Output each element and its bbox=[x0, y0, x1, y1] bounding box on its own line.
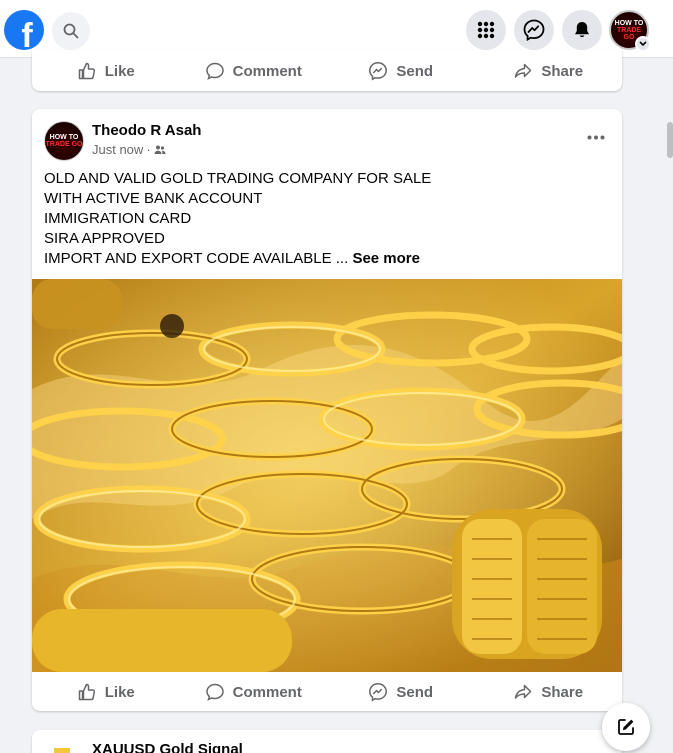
messenger-icon bbox=[523, 19, 545, 41]
send-button[interactable]: Send bbox=[327, 676, 475, 708]
share-button[interactable]: Share bbox=[475, 676, 623, 708]
gold-bars-avatar[interactable] bbox=[44, 742, 80, 753]
like-button[interactable]: Like bbox=[32, 55, 180, 87]
share-button[interactable]: Share bbox=[475, 55, 623, 87]
meta-separator: · bbox=[146, 142, 151, 157]
post-photo[interactable] bbox=[32, 279, 622, 672]
notifications-button[interactable] bbox=[562, 10, 602, 50]
page-scrollbar-thumb[interactable] bbox=[667, 122, 673, 158]
post-action-bar: Like Comment Send Share bbox=[32, 52, 622, 90]
post-author-avatar[interactable]: HOW TO TRADE GO bbox=[44, 121, 84, 161]
comment-icon bbox=[205, 62, 224, 80]
post-message: OLD AND VALID GOLD TRADING COMPANY FOR S… bbox=[44, 169, 431, 269]
see-more-link[interactable]: See more bbox=[352, 250, 420, 267]
comment-button[interactable]: Comment bbox=[180, 55, 328, 87]
messenger-send-icon bbox=[369, 683, 388, 702]
facebook-logo[interactable]: f bbox=[4, 10, 44, 50]
like-button[interactable]: Like bbox=[32, 676, 180, 708]
post-text-line: OLD AND VALID GOLD TRADING COMPANY FOR S… bbox=[44, 170, 432, 187]
post-text-line: IMMIGRATION CARD bbox=[44, 210, 192, 227]
post-avatar-logo-text: HOW TO TRADE GO bbox=[45, 134, 83, 148]
post-action-bar: Like Comment Send Share bbox=[32, 673, 622, 711]
search-button[interactable] bbox=[52, 12, 90, 50]
post-card: HOW TO TRADE GO Theodo R Asah Just now ·… bbox=[32, 109, 622, 711]
more-dots-icon bbox=[587, 135, 605, 139]
post-options-button[interactable] bbox=[584, 125, 608, 149]
comment-icon bbox=[205, 683, 224, 701]
search-icon bbox=[63, 23, 79, 39]
share-icon bbox=[515, 63, 532, 78]
account-menu-chevron[interactable] bbox=[635, 36, 651, 52]
new-message-button[interactable] bbox=[602, 703, 650, 751]
post-text-line: SIRA APPROVED bbox=[44, 230, 165, 247]
post-text-line: IMPORT AND EXPORT CODE AVAILABLE ... bbox=[44, 250, 349, 267]
grid-menu-icon bbox=[477, 21, 495, 39]
post-timestamp[interactable]: Just now bbox=[92, 142, 143, 157]
gold-bangles-image bbox=[32, 279, 622, 672]
friends-audience-icon[interactable] bbox=[154, 144, 166, 156]
messenger-button[interactable] bbox=[514, 10, 554, 50]
bell-icon bbox=[575, 22, 589, 38]
post-author-name[interactable]: Theodo R Asah bbox=[92, 122, 201, 139]
share-icon bbox=[515, 684, 532, 699]
menu-button[interactable] bbox=[466, 10, 506, 50]
chevron-down-icon bbox=[639, 41, 647, 47]
like-icon bbox=[78, 62, 95, 80]
post-meta: Just now · bbox=[92, 142, 166, 157]
compose-edit-icon bbox=[618, 719, 634, 735]
post-text-line: WITH ACTIVE BANK ACCOUNT bbox=[44, 190, 263, 207]
previous-post-card: Like Comment Send Share bbox=[32, 50, 622, 91]
messenger-send-icon bbox=[369, 62, 388, 81]
page-scrollbar-track[interactable] bbox=[665, 58, 673, 753]
comment-button[interactable]: Comment bbox=[180, 676, 328, 708]
profile-avatar[interactable]: HOW TO TRADE GO bbox=[609, 10, 651, 52]
post-text-last-line: IMPORT AND EXPORT CODE AVAILABLE ... See… bbox=[44, 249, 431, 269]
next-post-author-name[interactable]: XAUUSD Gold Signal bbox=[92, 741, 243, 753]
send-button[interactable]: Send bbox=[327, 55, 475, 87]
like-icon bbox=[78, 683, 95, 701]
next-post-card: XAUUSD Gold Signal bbox=[32, 730, 622, 753]
